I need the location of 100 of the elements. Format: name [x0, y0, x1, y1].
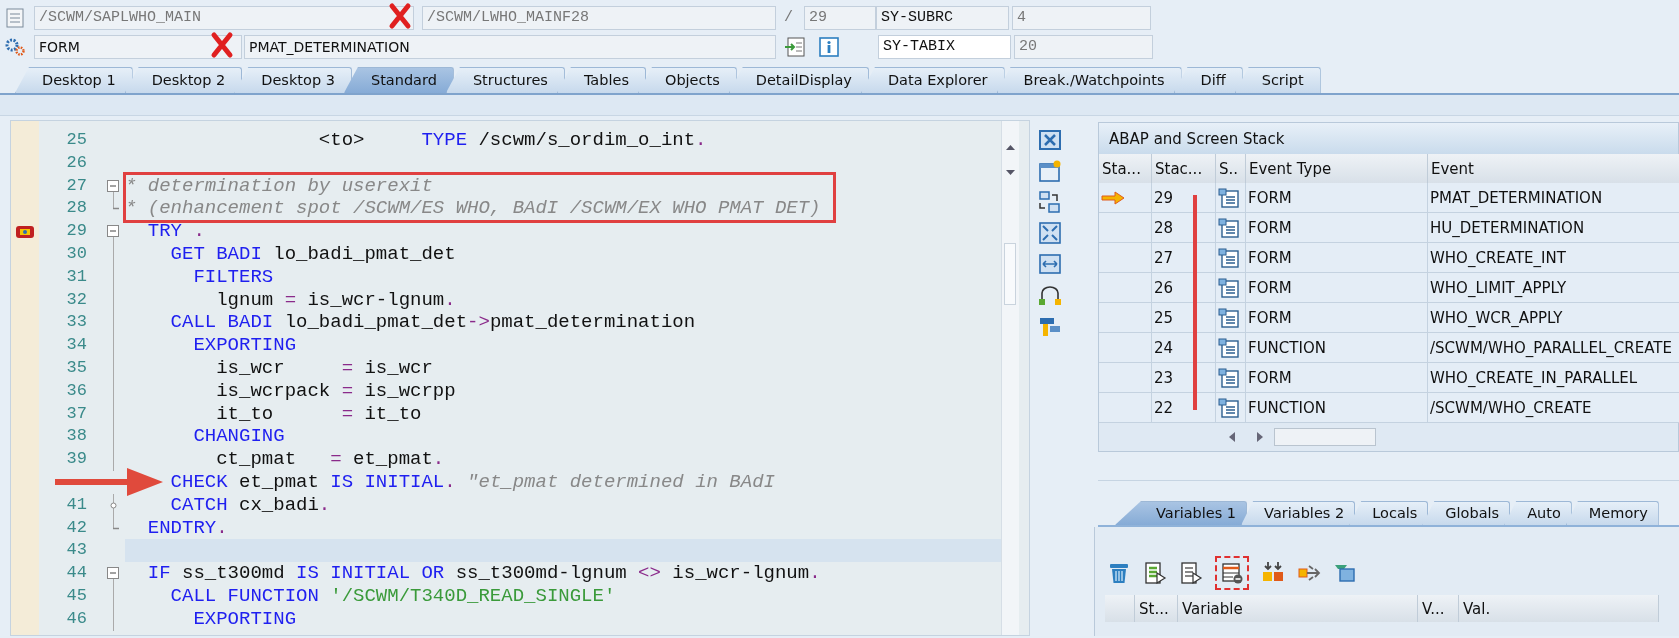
code-line: ENDTRY.	[146, 516, 228, 540]
tab[interactable]: Break./Watchpoints	[996, 67, 1182, 93]
table-cell[interactable]: HU_DETERMINATION	[1428, 213, 1679, 243]
code-line: CHANGING	[192, 425, 285, 449]
tab[interactable]: Structures	[445, 67, 565, 93]
source-icon[interactable]	[1218, 277, 1240, 298]
column-header[interactable]: St...	[1135, 595, 1178, 622]
source-icon[interactable]	[1218, 307, 1240, 328]
tab[interactable]: Globals	[1422, 501, 1511, 525]
source-icon[interactable]	[1218, 187, 1240, 208]
code-line: CALL FUNCTION '/SCWM/T340D_READ_SINGLE'	[169, 584, 616, 608]
tab[interactable]: Desktop 2	[124, 67, 243, 93]
code-line: ct_pmat = et_pmat.	[215, 448, 445, 471]
table-cell: FORM	[1246, 213, 1428, 243]
connection-icon[interactable]	[1038, 283, 1062, 307]
column-header[interactable]: Event Type	[1246, 154, 1428, 183]
collapse-icon[interactable]	[107, 225, 119, 238]
table-cell: 29	[1152, 183, 1216, 213]
scroll-thumb[interactable]	[1004, 243, 1016, 305]
scroll-thumb[interactable]	[1274, 427, 1376, 446]
line-number: 25	[65, 129, 88, 151]
tab[interactable]: Memory	[1565, 501, 1659, 525]
new-window-icon[interactable]	[1038, 159, 1062, 183]
column-header[interactable]: Event	[1428, 154, 1679, 183]
swap-icon[interactable]	[1038, 190, 1062, 214]
tab[interactable]: Data Explorer	[860, 67, 1005, 93]
code-line: lgnum = is_wcr-lgnum.	[215, 288, 456, 312]
code-line: CATCH cx_badi.	[169, 493, 331, 517]
code-line: * (enhancement spot /SCWM/ES WHO, BAdI /SCWM/EX WHO PMAT DET)	[125, 197, 821, 221]
table-cell[interactable]: PMAT_DETERMINATION	[1428, 183, 1679, 213]
variable-field[interactable]: SY-TABIX	[878, 34, 1011, 59]
line-number: 42	[65, 516, 88, 539]
code-line: CALL BADI lo_badi_pmat_det->pmat_determination	[169, 311, 696, 335]
line-number: 43	[65, 539, 88, 562]
program-field[interactable]: /SCWM/SAPLWHO_MAIN	[34, 5, 414, 30]
table-cell: FORM	[1246, 183, 1428, 213]
table-cell[interactable]: /SCWM/WHO_PARALLEL_CREATE	[1428, 333, 1679, 363]
line-number: 46	[65, 607, 88, 630]
collapse-icon[interactable]	[107, 567, 119, 580]
code-line: TRY .	[146, 220, 205, 243]
table-cell[interactable]: WHO_CREATE_INT	[1428, 243, 1679, 273]
tab[interactable]: Tables	[556, 67, 646, 93]
scroll-up-icon[interactable]	[1005, 143, 1016, 151]
tab[interactable]: Desktop 1	[15, 67, 133, 93]
fold-end-mark	[113, 526, 119, 530]
source-icon[interactable]	[1218, 337, 1240, 358]
tab[interactable]: Variables 2	[1241, 501, 1356, 525]
tab[interactable]: Auto	[1504, 501, 1572, 525]
trash-icon[interactable]	[1107, 561, 1131, 585]
column-header[interactable]: S..	[1216, 154, 1246, 183]
table-cell: 26	[1152, 273, 1216, 303]
tab[interactable]: DetailDisplay	[728, 67, 869, 93]
source-icon[interactable]	[1218, 217, 1240, 238]
column-header[interactable]: Val.	[1459, 595, 1659, 622]
source-icon[interactable]	[1218, 367, 1240, 388]
vertical-scrollbar[interactable]	[1001, 121, 1019, 635]
tab[interactable]: Locals	[1349, 501, 1429, 525]
width-icon[interactable]	[1038, 252, 1062, 276]
column-header[interactable]: Sta...	[1099, 154, 1152, 183]
table-cell: 22	[1152, 393, 1216, 423]
corner-cell[interactable]	[1105, 595, 1135, 622]
table-cell: 23	[1152, 363, 1216, 393]
code-line: GET BADI lo_badi_pmat_det	[169, 243, 456, 266]
panel-title: ABAP and Screen Stack	[1099, 123, 1678, 154]
table-cell: FORM	[1246, 303, 1428, 333]
line-number: 32	[65, 288, 88, 311]
column-header[interactable]: Variable	[1178, 595, 1418, 622]
table-cell[interactable]: /SCWM/WHO_CREATE	[1428, 393, 1679, 423]
tab[interactable]: Standard	[343, 67, 454, 93]
list-icon[interactable]	[1143, 561, 1167, 585]
code-line: <to> TYPE /scwm/s_ordim_o_int.	[317, 129, 707, 152]
collapse-icon[interactable]	[107, 179, 119, 192]
code-line: is_wcrpack = is_wcrpp	[215, 379, 456, 403]
column-header[interactable]: V...	[1418, 595, 1459, 622]
table-cell[interactable]: WHO_CREATE_IN_PARALLEL	[1428, 363, 1679, 393]
source-icon[interactable]	[1218, 247, 1240, 268]
line-number: 44	[65, 562, 88, 585]
tab[interactable]: Script	[1234, 67, 1321, 93]
table-cell: FORM	[1246, 243, 1428, 273]
scroll-down-icon[interactable]	[1005, 169, 1016, 177]
tab[interactable]: Variables 1	[1115, 501, 1248, 525]
line-number: 41	[65, 493, 88, 516]
table-cell: 27	[1152, 243, 1216, 273]
info-icon[interactable]	[818, 35, 840, 58]
list-icon[interactable]	[1179, 561, 1203, 585]
line-number: 37	[65, 402, 88, 425]
tab[interactable]: Objects	[637, 67, 737, 93]
tab[interactable]: Desktop 3	[234, 67, 352, 93]
close-icon[interactable]	[1038, 128, 1062, 152]
code-line: is_wcr = is_wcr	[215, 356, 433, 380]
variable-field[interactable]: SY-SUBRC	[876, 5, 1009, 30]
event-type-field[interactable]: FORM	[34, 34, 242, 59]
source-icon[interactable]	[1218, 397, 1240, 418]
jump-icon[interactable]	[784, 35, 806, 58]
table-cell[interactable]: WHO_LIMIT_APPLY	[1428, 273, 1679, 303]
fold-end-mark	[113, 207, 119, 211]
column-header[interactable]: Stac...	[1152, 154, 1216, 183]
table-cell[interactable]: WHO_WCR_APPLY	[1428, 303, 1679, 333]
table-cell: 24	[1152, 333, 1216, 363]
expand-icon[interactable]	[1038, 221, 1062, 245]
